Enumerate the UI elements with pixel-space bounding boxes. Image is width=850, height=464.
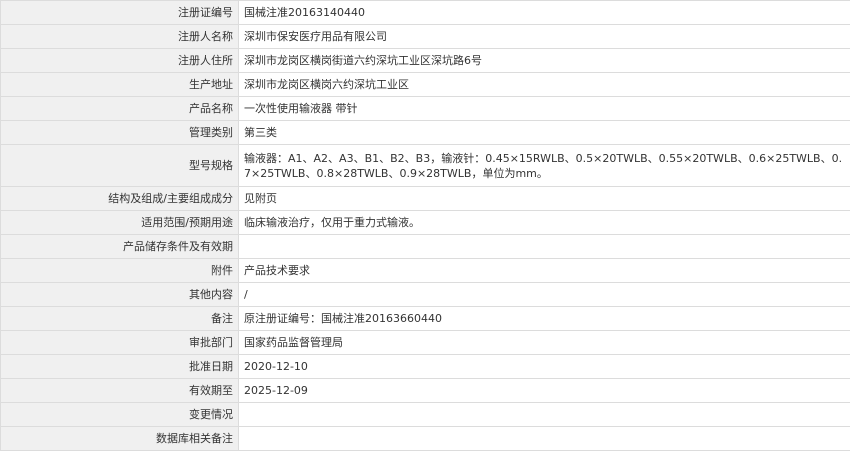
row-value: 深圳市龙岗区横岗街道六约深坑工业区深坑路6号 — [238, 48, 850, 73]
row-product-name: 产品名称 一次性使用输液器 带针 — [0, 96, 850, 121]
row-database-remarks: 数据库相关备注 — [0, 426, 850, 451]
row-label: 数据库相关备注 — [0, 426, 239, 451]
row-remarks: 备注 原注册证编号：国械注准20163660440 — [0, 306, 850, 331]
row-intended-use: 适用范围/预期用途 临床输液治疗，仅用于重力式输液。 — [0, 210, 850, 235]
row-label: 批准日期 — [0, 354, 239, 379]
row-registrant-name: 注册人名称 深圳市保安医疗用品有限公司 — [0, 24, 850, 49]
row-value: 2025-12-09 — [238, 378, 850, 403]
row-value — [238, 426, 850, 451]
row-structure-composition: 结构及组成/主要组成成分 见附页 — [0, 186, 850, 211]
row-value — [238, 402, 850, 427]
row-value: 2020-12-10 — [238, 354, 850, 379]
row-approval-department: 审批部门 国家药品监督管理局 — [0, 330, 850, 355]
row-approval-date: 批准日期 2020-12-10 — [0, 354, 850, 379]
row-value: 输液器：A1、A2、A3、B1、B2、B3，输液针：0.45×15RWLB、0.… — [238, 144, 850, 187]
row-value: 深圳市保安医疗用品有限公司 — [238, 24, 850, 49]
row-label: 结构及组成/主要组成成分 — [0, 186, 239, 211]
row-attachment: 附件 产品技术要求 — [0, 258, 850, 283]
row-value — [238, 234, 850, 259]
row-label: 备注 — [0, 306, 239, 331]
row-label: 注册证编号 — [0, 0, 239, 25]
row-valid-until: 有效期至 2025-12-09 — [0, 378, 850, 403]
row-value: 国家药品监督管理局 — [238, 330, 850, 355]
row-label: 变更情况 — [0, 402, 239, 427]
row-storage-validity: 产品储存条件及有效期 — [0, 234, 850, 259]
row-value: 一次性使用输液器 带针 — [238, 96, 850, 121]
row-label: 注册人名称 — [0, 24, 239, 49]
registration-info-table: 注册证编号 国械注准20163140440 注册人名称 深圳市保安医疗用品有限公… — [0, 0, 850, 451]
row-other-content: 其他内容 / — [0, 282, 850, 307]
row-value: 深圳市龙岗区横岗六约深坑工业区 — [238, 72, 850, 97]
row-model-specification: 型号规格 输液器：A1、A2、A3、B1、B2、B3，输液针：0.45×15RW… — [0, 144, 850, 187]
row-label: 管理类别 — [0, 120, 239, 145]
row-value: 原注册证编号：国械注准20163660440 — [238, 306, 850, 331]
row-label: 附件 — [0, 258, 239, 283]
row-label: 适用范围/预期用途 — [0, 210, 239, 235]
row-label: 产品储存条件及有效期 — [0, 234, 239, 259]
row-value: 产品技术要求 — [238, 258, 850, 283]
row-value: / — [238, 282, 850, 307]
row-value: 见附页 — [238, 186, 850, 211]
row-label: 注册人住所 — [0, 48, 239, 73]
row-label: 其他内容 — [0, 282, 239, 307]
row-change-status: 变更情况 — [0, 402, 850, 427]
row-label: 型号规格 — [0, 144, 239, 187]
row-value: 第三类 — [238, 120, 850, 145]
row-registrant-address: 注册人住所 深圳市龙岗区横岗街道六约深坑工业区深坑路6号 — [0, 48, 850, 73]
row-label: 有效期至 — [0, 378, 239, 403]
row-label: 审批部门 — [0, 330, 239, 355]
row-value: 临床输液治疗，仅用于重力式输液。 — [238, 210, 850, 235]
row-value: 国械注准20163140440 — [238, 0, 850, 25]
row-label: 产品名称 — [0, 96, 239, 121]
row-registration-number: 注册证编号 国械注准20163140440 — [0, 0, 850, 25]
row-management-category: 管理类别 第三类 — [0, 120, 850, 145]
row-production-address: 生产地址 深圳市龙岗区横岗六约深坑工业区 — [0, 72, 850, 97]
row-label: 生产地址 — [0, 72, 239, 97]
